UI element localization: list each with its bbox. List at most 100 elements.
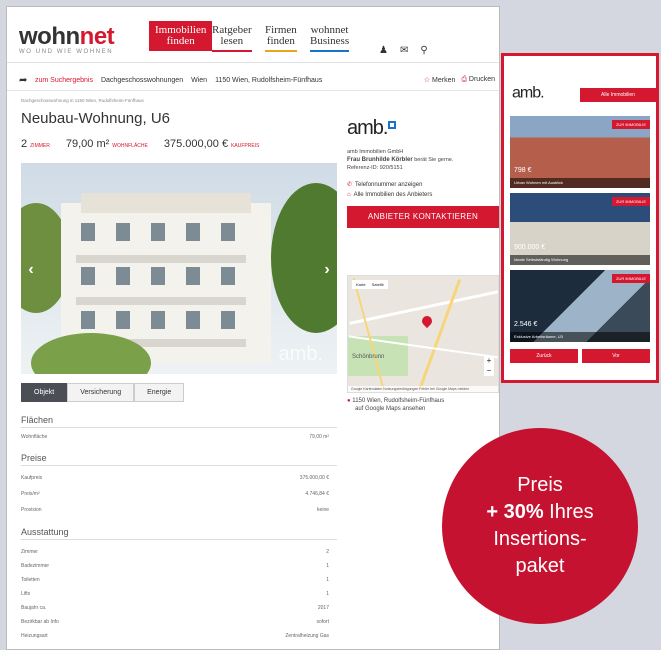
all-listings-label: Alle Immobilien des Anbieters [353,192,433,198]
photo-watermark: amb. [278,343,323,365]
row-key: Bezirkbar ab Info [21,619,59,625]
nav-ratgeber-lesen[interactable]: Ratgeber lesen [212,25,252,52]
photo-window [116,267,130,285]
logo-main: wohn [19,23,80,50]
mail-icon[interactable]: ✉ [400,45,408,56]
nav-underline [265,50,297,52]
photo-balcony [76,297,246,305]
ad-tile[interactable]: ZUR IMMOBILIE 2.546 € Exklusive Arbeitsr… [510,270,650,342]
row-value: 2017 [317,605,329,611]
nav-wohnnet-business[interactable]: wohnnet Business [310,25,350,52]
table-row: Toiletten 1 [21,577,337,583]
photo-window [81,267,95,285]
table-row: Zimmer 2 [21,549,337,555]
page-title: Neubau-Wohnung, U6 [21,110,170,127]
row-key: Heizungsart [21,633,48,639]
breadcrumb-bar: ➦ zum Suchergebnis Dachgeschosswohnungen… [7,69,499,91]
breadcrumb-item[interactable]: 1150 Wien, Rudolfsheim-Fünfhaus [215,77,322,84]
site-logo[interactable]: wohnnet WO UND WIE WOHNEN [19,23,115,55]
breadcrumb: zum Suchergebnis Dachgeschosswohnungen W… [35,77,322,84]
tab-energie[interactable]: Energie [134,383,185,402]
table-row: Wohnfläche 79,00 m² [21,434,337,440]
contact-agent-button[interactable]: ANBIETER KONTAKTIEREN [347,206,499,228]
gallery-next-icon[interactable]: › [319,259,335,281]
ad-logo[interactable]: amb. [512,78,545,102]
all-listings-link[interactable]: ⌂ Alle Immobilien des Anbieters [347,190,499,200]
photo-window [221,311,235,329]
agent-ref: Referenz-ID: 920/5151 [347,165,403,171]
section-ausstattung: Ausstattung [21,527,337,540]
tile-price: 900.000 € [514,244,546,251]
map-zoom: + − [484,356,494,376]
nav-underline [212,50,252,52]
promo-line-3: Insertions- [493,528,587,550]
zoom-in-icon[interactable]: + [484,356,494,366]
ad-next-button[interactable]: Vor [582,349,650,363]
agent-logo[interactable]: amb. [347,117,499,140]
back-to-results-link[interactable]: zum Suchergebnis [35,77,93,84]
gallery-prev-icon[interactable]: ‹ [23,259,39,281]
row-key: Wohnfläche [21,434,48,440]
header-tools: ♟ ✉ ⚲ [379,45,428,56]
photo-window [151,311,165,329]
map-type-karte[interactable]: Karte [356,282,366,287]
ad-prev-button[interactable]: Zurück [510,349,578,363]
table-row: Bezirkbar ab Info sofort [21,619,337,625]
fact-rooms: 2 Zimmer [21,138,50,150]
listing-path: Dachgeschosswohnung in 1150 Wien, Rudolf… [21,98,144,103]
tab-objekt[interactable]: Objekt [21,383,68,402]
phone-link[interactable]: ✆ Telefonnummer anzeigen [347,180,499,190]
map-type-switch: Karte Satellit [352,280,388,289]
user-icon[interactable]: ♟ [379,45,388,56]
agent-box: amb. amb Immobilien GmbH Frau Brunhilde … [347,117,499,228]
row-key: Toiletten [21,577,40,583]
ad-navigation: Zurück Vor [510,349,650,363]
map-type-satellit[interactable]: Satellit [372,282,384,287]
ad-tile[interactable]: ZUR IMMOBILIE 900.000 € Ideale Selbststä… [510,193,650,265]
back-arrow-icon[interactable]: ➦ [19,75,27,86]
nav-underline [310,50,350,52]
nav-immobilien-finden[interactable]: Immobilien finden [149,21,213,51]
logo-square-icon [388,121,397,129]
table-row: Badezimmer 1 [21,563,337,569]
location-map[interactable]: Karte Satellit Schönbrunn + − Google Kar… [347,275,499,393]
row-value: sofort [316,619,329,625]
row-value: 375.000,00 € [299,475,329,481]
tile-caption: Ideale Selbstständig Wohnung [510,255,650,265]
photo-window [116,223,130,241]
google-maps-link[interactable]: auf Google Maps ansehen [347,405,444,413]
photo-gallery[interactable]: ‹ › amb. [21,163,337,374]
nav-firmen-finden[interactable]: Firmen finden [265,25,297,52]
drucken-button[interactable]: ⎙ Drucken [461,76,495,84]
photo-window [221,267,235,285]
merken-label: Merken [432,77,456,84]
row-key: Provision [21,507,42,513]
address-line: ● 1150 Wien, Rudolfsheim-Fünfhaus [347,397,444,405]
map-road [417,279,462,391]
home-icon: ⌂ [347,192,351,198]
tab-versicherung[interactable]: Versicherung [67,383,135,402]
promo-line-2: + 30% Ihres [442,499,638,526]
row-value: 79,00 m² [309,434,329,440]
search-icon[interactable]: ⚲ [420,45,427,56]
tile-price: 2.546 € [514,321,538,328]
drucken-label: Drucken [468,76,495,83]
site-header: wohnnet WO UND WIE WOHNEN Immobilien fin… [7,7,499,63]
table-row: Heizungsart Zentralheizung Gas [21,633,337,639]
fact-value: 2 [21,138,28,150]
all-properties-button[interactable]: Alle Immobilien [580,88,656,102]
breadcrumb-item[interactable]: Dachgeschosswohnungen [101,77,183,84]
agent-logo-text: amb. [347,117,388,139]
zoom-out-icon[interactable]: − [484,366,494,376]
fact-area: 79,00 m² Wohnfläche [66,138,148,150]
ad-banner: amb. Alle Immobilien ZUR IMMOBILIE 798 €… [501,53,659,383]
merken-button[interactable]: ☆ Merken [424,76,456,84]
location-icon: ● [347,398,351,404]
breadcrumb-item[interactable]: Wien [191,77,207,84]
detail-tabs: Objekt Versicherung Energie [21,383,185,402]
logo-accent: net [79,23,115,50]
ad-tile[interactable]: ZUR IMMOBILIE 798 € Urban Wohnen mit Aus… [510,116,650,188]
tile-caption: Urban Wohnen mit Ausblick [510,178,650,188]
promo-line-2-rest: Ihres [543,501,594,523]
map-footer: Google Kartendaten Nutzungsbedingungen F… [348,386,498,392]
